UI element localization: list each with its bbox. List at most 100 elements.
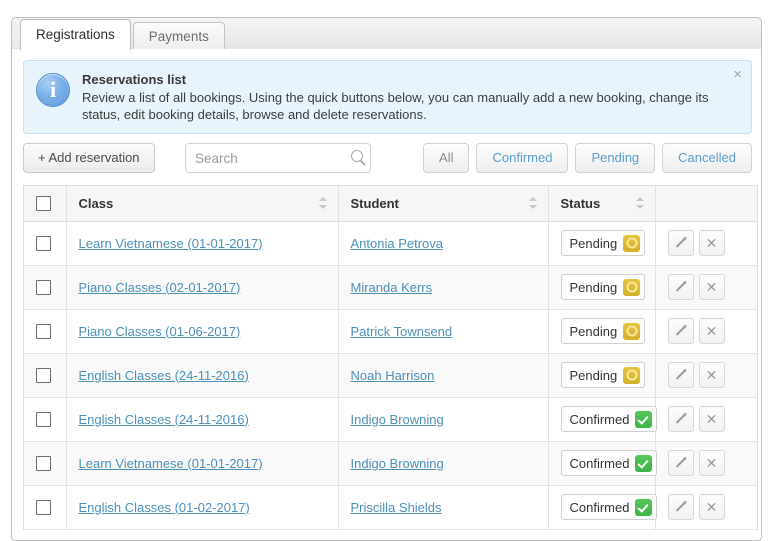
status-badge[interactable]: Confirmed [560,450,658,476]
class-link[interactable]: Piano Classes (01-06-2017) [79,324,241,339]
row-class-cell: Piano Classes (02-01-2017) [66,265,339,310]
tab-registrations[interactable]: Registrations [20,19,131,50]
sort-student-icon[interactable] [528,196,538,210]
close-icon: ✕ [705,455,718,471]
row-class-cell: English Classes (24-11-2016) [66,397,339,442]
edit-button[interactable] [667,406,694,432]
filter-cancelled-button[interactable]: Cancelled [662,143,752,173]
row-student-cell: Priscilla Shields [338,485,549,530]
row-actions-cell: ✕ [655,309,757,354]
table-row: Learn Vietnamese (01-01-2017) Indigo Brow… [24,441,757,486]
row-actions-cell: ✕ [655,353,757,398]
header-status-label: Status [560,195,601,211]
row-student-cell: Antonia Petrova [338,221,549,266]
row-checkbox[interactable] [36,280,51,296]
confirmed-icon [635,454,653,472]
row-select-cell [24,353,67,398]
delete-button[interactable]: ✕ [698,450,725,476]
table-row: English Classes (24-11-2016) Noah Harriso… [24,353,757,398]
student-link[interactable]: Patrick Townsend [351,324,453,339]
student-link[interactable]: Antonia Petrova [351,236,444,251]
status-badge[interactable]: Pending [560,362,646,388]
class-link[interactable]: English Classes (24-11-2016) [79,412,249,427]
delete-button[interactable]: ✕ [698,274,725,300]
select-all-checkbox[interactable] [36,196,51,212]
student-link[interactable]: Indigo Browning [351,412,444,427]
delete-button[interactable]: ✕ [698,494,725,520]
row-actions-cell: ✕ [655,221,757,266]
edit-button[interactable] [667,230,694,256]
pending-icon [623,366,641,384]
tab-payments[interactable]: Payments [132,22,225,50]
pencil-icon [675,458,686,468]
row-select-cell [24,485,67,530]
edit-button[interactable] [667,362,694,388]
table-header-row: Class Student Status [24,186,757,222]
close-icon: ✕ [705,279,718,295]
status-badge[interactable]: Pending [560,274,646,300]
table-row: English Classes (24-11-2016) Indigo Brown… [24,397,757,442]
sort-class-icon[interactable] [318,196,328,210]
class-link[interactable]: English Classes (24-11-2016) [79,368,249,383]
row-status-cell: Pending [548,353,656,398]
tab-registrations-label: Registrations [36,27,115,42]
status-badge[interactable]: Pending [560,318,646,344]
row-student-cell: Miranda Kerrs [338,265,549,310]
status-filter-group: All Confirmed Pending Cancelled [416,143,752,173]
row-checkbox[interactable] [36,456,51,472]
pencil-icon [675,326,686,336]
row-checkbox[interactable] [36,236,51,252]
search-input[interactable] [185,143,371,173]
edit-button[interactable] [667,450,694,476]
row-class-cell: Piano Classes (01-06-2017) [66,309,339,354]
filter-all-button[interactable]: All [423,143,470,173]
row-checkbox[interactable] [36,368,51,384]
row-actions-cell: ✕ [655,265,757,310]
filter-confirmed-button[interactable]: Confirmed [476,143,569,173]
student-link[interactable]: Indigo Browning [351,456,444,471]
header-actions [655,186,757,222]
row-class-cell: English Classes (24-11-2016) [66,353,339,398]
pending-icon [623,278,641,296]
row-student-cell: Noah Harrison [338,353,549,398]
row-student-cell: Indigo Browning [338,397,549,442]
status-badge[interactable]: Pending [560,230,646,256]
edit-button[interactable] [667,494,694,520]
class-link[interactable]: Piano Classes (02-01-2017) [79,280,241,295]
row-checkbox[interactable] [36,412,51,428]
status-label: Confirmed [569,455,630,471]
student-link[interactable]: Noah Harrison [351,368,435,383]
delete-button[interactable]: ✕ [698,230,725,256]
alert-close-icon[interactable]: × [733,67,742,82]
row-checkbox[interactable] [36,324,51,340]
filter-pending-button[interactable]: Pending [575,143,656,173]
pending-icon [623,322,641,340]
pending-icon [623,234,641,252]
row-status-cell: Pending [548,221,656,266]
class-link[interactable]: Learn Vietnamese (01-01-2017) [79,236,263,251]
sort-status-icon[interactable] [635,196,645,210]
row-student-cell: Patrick Townsend [338,309,549,354]
pencil-icon [675,238,686,248]
header-student[interactable]: Student [338,186,549,222]
close-icon: ✕ [705,235,718,251]
student-link[interactable]: Priscilla Shields [351,500,442,515]
header-class[interactable]: Class [66,186,339,222]
row-checkbox[interactable] [36,500,51,516]
row-status-cell: Confirmed [548,397,658,442]
class-link[interactable]: Learn Vietnamese (01-01-2017) [79,456,263,471]
header-status[interactable]: Status [548,186,656,222]
edit-button[interactable] [667,318,694,344]
alert-text: Review a list of all bookings. Using the… [82,90,709,122]
delete-button[interactable]: ✕ [698,318,725,344]
delete-button[interactable]: ✕ [698,406,725,432]
delete-button[interactable]: ✕ [698,362,725,388]
student-link[interactable]: Miranda Kerrs [351,280,433,295]
edit-button[interactable] [667,274,694,300]
class-link[interactable]: English Classes (01-02-2017) [79,500,250,515]
status-badge[interactable]: Confirmed [560,406,658,432]
table-row: Piano Classes (02-01-2017) Miranda Kerrs P… [24,265,757,310]
status-badge[interactable]: Confirmed [560,494,658,520]
row-status-cell: Pending [548,265,656,310]
add-reservation-button[interactable]: + Add reservation [23,143,155,173]
